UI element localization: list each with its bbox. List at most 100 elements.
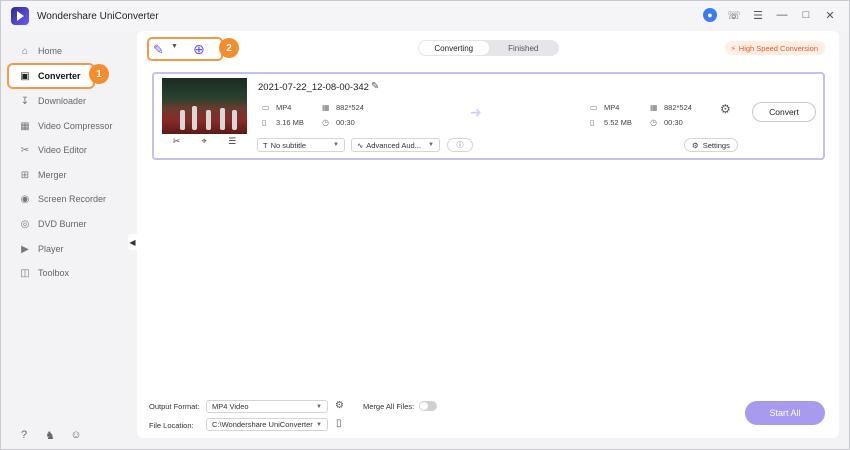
output-settings-icon[interactable]: ⚙ <box>720 102 731 116</box>
title-bar: Wondershare UniConverter ● ☏ ☰ — □ ✕ <box>1 1 849 31</box>
maximize-icon[interactable]: □ <box>799 8 813 22</box>
subtitle-dropdown[interactable]: T No subtitle ▼ <box>257 138 345 152</box>
sidebar-item-label: Toolbox <box>38 268 70 278</box>
start-all-button[interactable]: Start All <box>745 401 825 425</box>
settings-button[interactable]: ⚙ Settings <box>684 138 738 152</box>
sidebar: ⌂ Home ▣ Converter ↧ Downloader ▦ Video … <box>1 37 136 450</box>
folder-icon: ▯ <box>262 118 267 127</box>
source-format: ▭ MP4 <box>262 103 292 112</box>
converter-icon: ▣ <box>20 70 30 82</box>
merge-all-files-toggle[interactable] <box>419 401 437 411</box>
sidebar-item-converter[interactable]: ▣ Converter <box>7 63 95 89</box>
trim-icon[interactable]: ✂ <box>173 136 181 147</box>
audio-wave-icon: ∿ <box>357 140 364 150</box>
sidebar-item-player[interactable]: ▶ Player <box>19 239 64 259</box>
callout-badge-2: 2 <box>219 38 239 58</box>
app-window: Wondershare UniConverter ● ☏ ☰ — □ ✕ ⌂ H… <box>0 0 850 450</box>
add-files-group: ✎ ▼ ⊕ <box>147 37 223 61</box>
bell-icon[interactable]: ♞ <box>44 429 56 442</box>
effects-icon[interactable]: ☰ <box>228 136 236 147</box>
source-duration: ◷ 00:30 <box>322 118 355 127</box>
compress-icon: ▦ <box>20 120 30 132</box>
support-icon[interactable]: ☏ <box>727 8 741 22</box>
chevron-down-icon: ▼ <box>316 421 322 428</box>
minimize-icon[interactable]: — <box>775 8 789 22</box>
menu-icon[interactable]: ☰ <box>751 8 765 22</box>
add-from-device-icon[interactable]: ⊕ <box>193 41 211 57</box>
output-format-dropdown[interactable]: MP4 Video ▼ <box>206 400 328 413</box>
sidebar-item-video-compressor[interactable]: ▦ Video Compressor <box>19 116 112 136</box>
user-icon[interactable]: ● <box>703 8 717 22</box>
bottom-bar: Output Format: MP4 Video ▼ ⚙ Merge All F… <box>149 399 829 435</box>
disc-icon: ◎ <box>20 218 30 230</box>
sidebar-item-home[interactable]: ⌂ Home <box>19 41 62 61</box>
audio-dropdown[interactable]: ∿ Advanced Aud... ▼ <box>351 138 440 152</box>
help-icon[interactable]: ? <box>18 429 30 441</box>
task-card: ✂ ⌖ ☰ 2021-07-22_12-08-00-342 ✎ ▭ MP4 ▦ … <box>152 72 825 160</box>
source-size: ▯ 3.16 MB <box>262 118 304 127</box>
feedback-icon[interactable]: ☺ <box>70 429 82 441</box>
convert-button[interactable]: Convert <box>752 102 816 122</box>
video-format-icon: ▭ <box>590 103 598 112</box>
subtitle-icon: T <box>263 140 268 150</box>
info-icon: ⓘ <box>456 142 464 149</box>
lightning-icon: ⚡ <box>730 43 736 53</box>
crop-icon[interactable]: ⌖ <box>202 136 207 147</box>
clock-icon: ◷ <box>650 118 657 127</box>
output-format-label: Output Format: <box>149 402 200 411</box>
sidebar-item-merger[interactable]: ⊞ Merger <box>19 165 67 185</box>
file-location-dropdown[interactable]: C:\Wondershare UniConverter ▼ <box>206 418 328 431</box>
folder-open-icon[interactable]: ▯ <box>336 418 342 429</box>
sidebar-bottom-icons: ? ♞ ☺ <box>18 429 82 442</box>
main-panel: ✎ ▼ ⊕ 2 Converting Finished ⚡ High Speed… <box>137 31 839 438</box>
close-icon[interactable]: ✕ <box>823 8 837 22</box>
info-button[interactable]: ⓘ <box>447 138 473 152</box>
target-size: ▯ 5.52 MB <box>590 118 632 127</box>
sidebar-item-label: Converter <box>38 71 81 81</box>
folder-icon: ▯ <box>590 118 595 127</box>
sidebar-item-screen-recorder[interactable]: ◉ Screen Recorder <box>19 189 106 209</box>
sidebar-item-label: Video Compressor <box>38 121 113 131</box>
player-icon: ▶ <box>21 243 29 255</box>
sidebar-item-label: Video Editor <box>38 145 87 155</box>
tab-converting[interactable]: Converting <box>419 41 489 55</box>
sidebar-item-downloader[interactable]: ↧ Downloader <box>19 91 86 111</box>
output-preset-icon[interactable]: ⚙ <box>335 400 344 411</box>
app-logo-icon <box>11 7 29 25</box>
sidebar-item-video-editor[interactable]: ✂ Video Editor <box>19 140 87 160</box>
app-title: Wondershare UniConverter <box>37 11 159 22</box>
source-resolution: ▦ 882*524 <box>322 103 364 112</box>
target-resolution: ▦ 882*524 <box>650 103 692 112</box>
sidebar-item-dvd-burner[interactable]: ◎ DVD Burner <box>19 214 87 234</box>
chevron-down-icon: ▼ <box>316 403 322 410</box>
downloader-icon: ↧ <box>20 95 30 107</box>
sidebar-collapse-handle[interactable]: ◀ <box>128 234 137 250</box>
sidebar-item-label: Player <box>38 244 64 254</box>
sidebar-item-label: Screen Recorder <box>38 194 107 204</box>
scissors-icon: ✂ <box>20 144 30 156</box>
rename-icon[interactable]: ✎ <box>371 81 379 92</box>
sidebar-item-label: Home <box>38 46 63 56</box>
video-thumbnail[interactable] <box>162 78 247 134</box>
add-file-dropdown-icon[interactable]: ▼ <box>171 43 178 50</box>
resolution-icon: ▦ <box>322 103 330 112</box>
file-location-label: File Location: <box>149 421 194 430</box>
add-file-icon[interactable]: ✎ <box>153 42 169 57</box>
high-speed-conversion-button[interactable]: ⚡ High Speed Conversion <box>724 41 825 55</box>
gear-icon: ⚙ <box>692 140 699 150</box>
screen-recorder-icon: ◉ <box>20 193 30 205</box>
sidebar-item-toolbox[interactable]: ◫ Toolbox <box>19 263 69 283</box>
sidebar-item-label: Merger <box>38 170 67 180</box>
sidebar-item-label: Downloader <box>38 96 87 106</box>
merge-all-files-label: Merge All Files: <box>363 402 415 411</box>
merge-icon: ⊞ <box>20 169 30 181</box>
home-icon: ⌂ <box>21 45 29 57</box>
high-speed-label: High Speed Conversion <box>738 43 818 53</box>
sidebar-item-label: DVD Burner <box>38 219 87 229</box>
video-format-icon: ▭ <box>262 103 270 112</box>
target-format: ▭ MP4 <box>590 103 620 112</box>
callout-badge-1: 1 <box>89 64 109 84</box>
toolbox-icon: ◫ <box>20 267 30 279</box>
chevron-down-icon: ▼ <box>428 142 434 148</box>
tab-finished[interactable]: Finished <box>489 41 559 55</box>
